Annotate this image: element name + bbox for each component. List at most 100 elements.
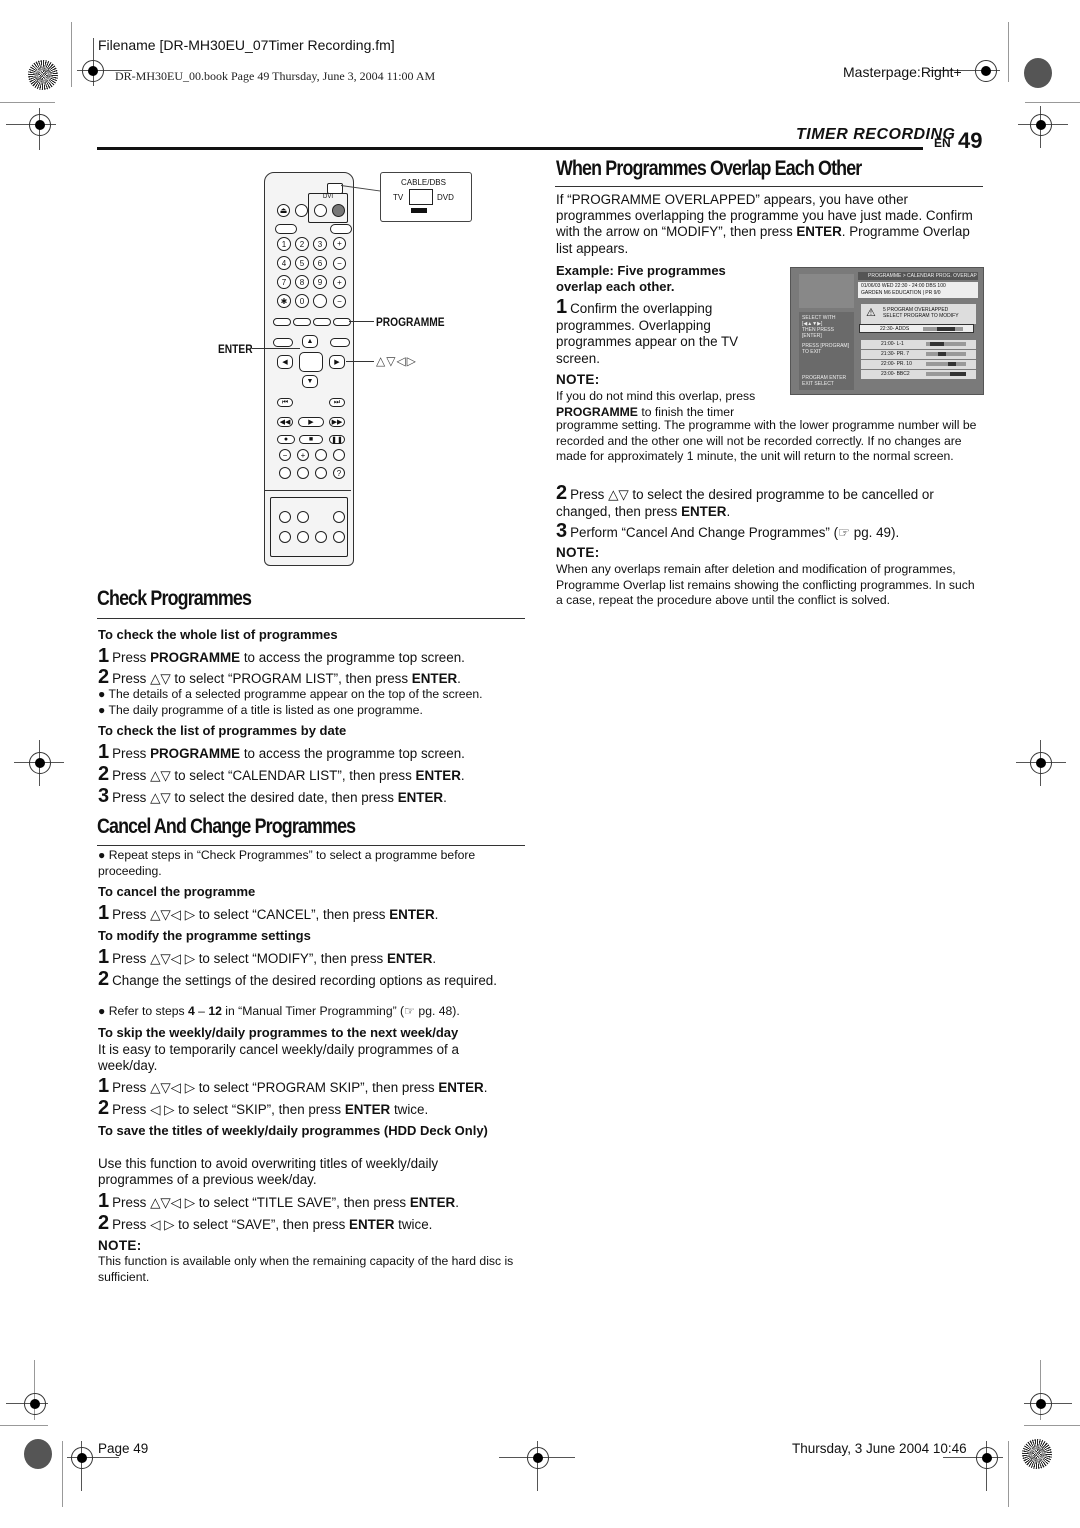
overlap-intro: If “PROGRAMME OVERLAPPED” appears, you h… xyxy=(556,192,973,256)
overlap-step-1: 1 Confirm the overlapping programmes. Ove… xyxy=(556,296,739,366)
overlap-note-1-continued: programme setting. The programme with th… xyxy=(556,418,977,463)
programme-button xyxy=(333,318,351,326)
registration-mark xyxy=(1030,1393,1052,1415)
remote-round-button xyxy=(279,511,291,523)
tv-programme-timebar xyxy=(926,342,966,346)
registration-mark xyxy=(1030,752,1052,774)
pause-button: ❚❚ xyxy=(329,435,345,444)
remote-round-button xyxy=(297,511,309,523)
check-title-rule xyxy=(97,618,525,619)
color-button xyxy=(313,318,331,326)
tv-programme-timebar-fill xyxy=(948,362,956,366)
remote-round-button: − xyxy=(279,449,291,461)
volume-down-button: − xyxy=(333,257,346,270)
skip-step: 1 Press △▽◁ ▷ to select “PROGRAM SKIP”, t… xyxy=(98,1075,488,1097)
tv-programme-timebar xyxy=(926,352,966,356)
number-key: 7 xyxy=(277,275,291,289)
down-arrow-button: ▼ xyxy=(302,375,318,388)
tv-info-box: 01/06/03 WED 22:30 - 24:00 DBS 100 GARDE… xyxy=(858,282,978,298)
modify-step: 2 Change the settings of the desired reco… xyxy=(98,968,497,990)
channel-down-button: − xyxy=(333,295,346,308)
save-intro: Use this function to avoid overwriting t… xyxy=(98,1156,439,1188)
page-number: 49 xyxy=(958,128,983,153)
tv-programme-label: 23:00- BBC2 xyxy=(881,371,910,377)
registration-mark xyxy=(1030,114,1052,136)
remote-wide-button xyxy=(275,224,297,234)
tv-programme-timebar-fill xyxy=(938,352,946,356)
modify-bullet: ● Refer to steps 4 – 12 in “Manual Timer… xyxy=(98,1004,460,1018)
crop-line xyxy=(1025,102,1080,103)
check-date-step: 3 Press △▽ to select the desired date, th… xyxy=(98,785,447,807)
tv-header: PROGRAMME > CALENDAR PROG. OVERLAP xyxy=(858,272,978,280)
channel-up-button: + xyxy=(333,276,346,289)
remote-lower-panel xyxy=(270,497,348,557)
right-arrow-button: ▶ xyxy=(329,355,345,369)
callout-line xyxy=(252,348,300,349)
tv-programme-timebar-fill xyxy=(930,342,944,346)
tv-programme-timebar xyxy=(926,362,966,366)
save-heading: To save the titles of weekly/daily progr… xyxy=(98,1123,488,1138)
tv-programme-timebar xyxy=(923,327,963,331)
callout-programme: PROGRAMME xyxy=(376,315,445,329)
tv-programme-timebar xyxy=(926,372,966,376)
volume-up-button: + xyxy=(333,237,346,250)
registration-dot-bottom-left xyxy=(24,1439,52,1469)
overlap-example-heading: Example: Five programmes overlap each ot… xyxy=(556,263,726,295)
enter-button xyxy=(299,352,323,372)
overlap-tv-screen: SELECT WITH [◀▲▼▶] THEN PRESS [ENTER] PR… xyxy=(790,267,984,395)
crop-line xyxy=(1008,22,1009,82)
number-key: ✱ xyxy=(277,294,291,308)
save-note-label: NOTE: xyxy=(98,1238,142,1253)
crop-line xyxy=(62,1441,63,1507)
play-button: ▶ xyxy=(298,417,324,427)
registration-starburst-top-left xyxy=(28,60,58,90)
overlap-note-1-label: NOTE: xyxy=(556,372,600,387)
number-key: 0 xyxy=(295,294,309,308)
remote-round-button xyxy=(297,531,309,543)
remote-wide-button xyxy=(330,338,350,347)
skip-step: 2 Press ◁ ▷ to select “SKIP”, then press … xyxy=(98,1097,429,1119)
switch-label: CABLE/DBS xyxy=(401,178,446,187)
remote-round-button xyxy=(279,467,291,479)
overlap-title-rule xyxy=(555,186,983,187)
modify-heading: To modify the programme settings xyxy=(98,928,311,943)
tv-help-panel: SELECT WITH [◀▲▼▶] THEN PRESS [ENTER] PR… xyxy=(799,312,854,390)
color-button xyxy=(293,318,311,326)
remote-round-button xyxy=(279,531,291,543)
number-key: 9 xyxy=(313,275,327,289)
tv-programme-row: 22:00- PR. 10 xyxy=(861,360,976,369)
remote-round-button xyxy=(333,449,345,461)
left-arrow-button: ◀ xyxy=(277,355,293,369)
skip-forward-button: ⏭ xyxy=(329,398,345,407)
overlap-step-2: 2 Press △▽ to select the desired programm… xyxy=(556,482,934,519)
remote-wide-button xyxy=(330,224,352,234)
skip-heading: To skip the weekly/daily programmes to t… xyxy=(98,1025,459,1040)
number-key: 4 xyxy=(277,256,291,270)
rewind-button: ◀◀ xyxy=(277,417,293,427)
remote-cover-line xyxy=(265,490,351,491)
section-title: TIMER RECORDING xyxy=(796,126,956,143)
fast-forward-button: ▶▶ xyxy=(329,417,345,427)
cancel-heading: To cancel the programme xyxy=(98,884,256,899)
switch-graphic xyxy=(409,189,433,205)
registration-mark xyxy=(976,1447,998,1469)
save-step: 1 Press △▽◁ ▷ to select “TITLE SAVE”, the… xyxy=(98,1190,459,1212)
callout-enter: ENTER xyxy=(218,342,253,356)
check-whole-heading: To check the whole list of programmes xyxy=(98,627,338,642)
remote-round-button xyxy=(315,449,327,461)
registration-starburst-bottom-right xyxy=(1022,1439,1052,1469)
record-button: ● xyxy=(277,435,295,444)
check-whole-bullet: ● The details of a selected programme ap… xyxy=(98,687,483,701)
registration-mark xyxy=(82,60,104,82)
skip-intro: It is easy to temporarily cancel weekly/… xyxy=(98,1042,459,1074)
check-whole-step: 2 Press △▽ to select “PROGRAM LIST”, then… xyxy=(98,666,461,688)
crop-line xyxy=(0,1425,48,1426)
crop-line xyxy=(1008,1441,1009,1507)
registration-mark xyxy=(29,114,51,136)
tv-programme-row: 21:30- PR. 7 xyxy=(861,350,976,359)
overlap-step-3: 3 Perform “Cancel And Change Programmes” … xyxy=(556,520,900,542)
number-key: 8 xyxy=(295,275,309,289)
number-key: 3 xyxy=(313,237,327,251)
number-key: 6 xyxy=(313,256,327,270)
remote-wide-button xyxy=(273,338,293,347)
